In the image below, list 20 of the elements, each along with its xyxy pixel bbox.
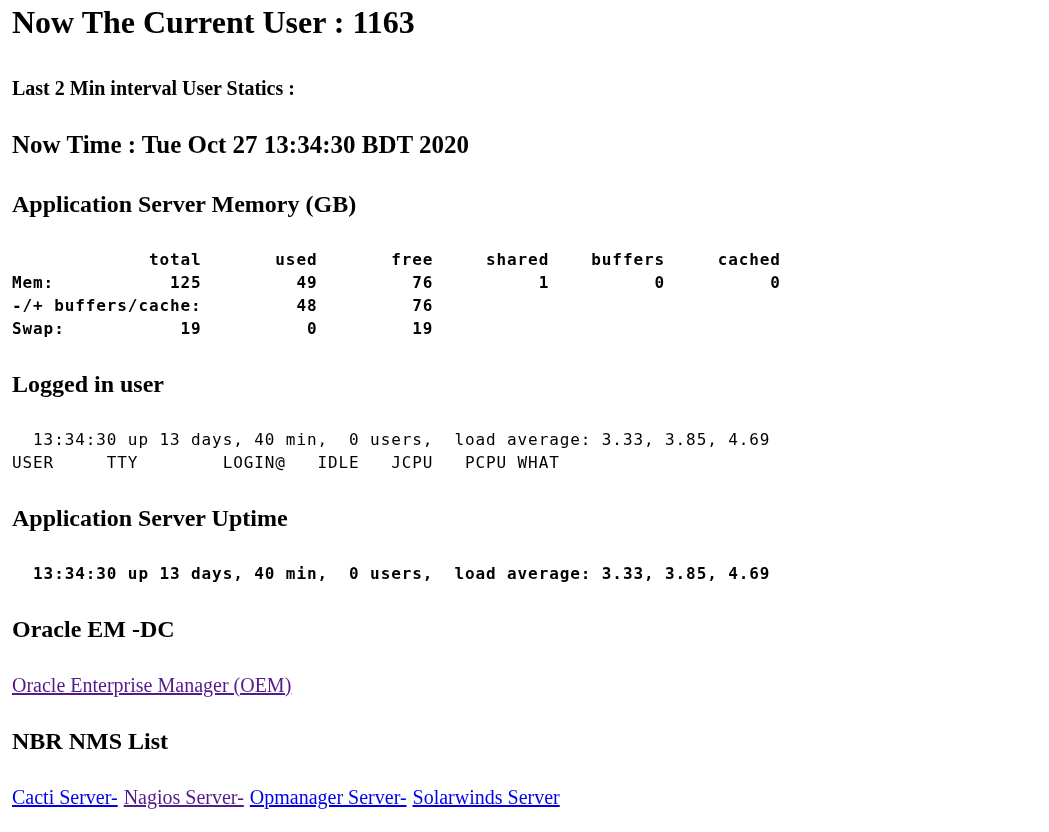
section-heading: Application Server Uptime [12,504,288,532]
console-output-line: 13:34:30 up 13 days, 40 min, 0 users, load average: 3.33, 3.85, 4.69 [32,563,771,585]
section-heading: Oracle EM -DC [12,615,175,643]
console-output-line: 13:34:30 up 13 days, 40 min, 0 users, load average: 3.33, 3.85, 4.69 [32,429,771,451]
link[interactable]: Oracle Enterprise Manager (OEM) [12,673,292,697]
console-output-line: USER TTY LOGIN@ IDLE JCPU PCPU WHAT [12,452,560,474]
link[interactable]: Cacti Server- [12,785,118,809]
section-heading: NBR NMS List [12,727,168,755]
console-output-line: -/+ buffers/cache: 48 76 [12,295,434,317]
subheading: Last 2 Min interval User Statics : [12,76,295,100]
page-title: Now The Current User : 1163 [12,4,415,40]
console-output-line: total used free shared buffers cached [147,249,781,271]
link[interactable]: Nagios Server- [123,785,244,809]
console-output-line: Swap: 19 0 19 [12,318,434,340]
link[interactable]: Solarwinds Server [412,785,560,809]
section-heading: Application Server Memory (GB) [12,190,357,218]
current-time-heading: Now Time : Tue Oct 27 13:34:30 BDT 2020 [12,130,469,160]
section-heading: Logged in user [12,370,164,398]
console-output-line: Mem: 125 49 76 1 0 0 [12,272,781,294]
link[interactable]: Opmanager Server- [249,785,407,809]
